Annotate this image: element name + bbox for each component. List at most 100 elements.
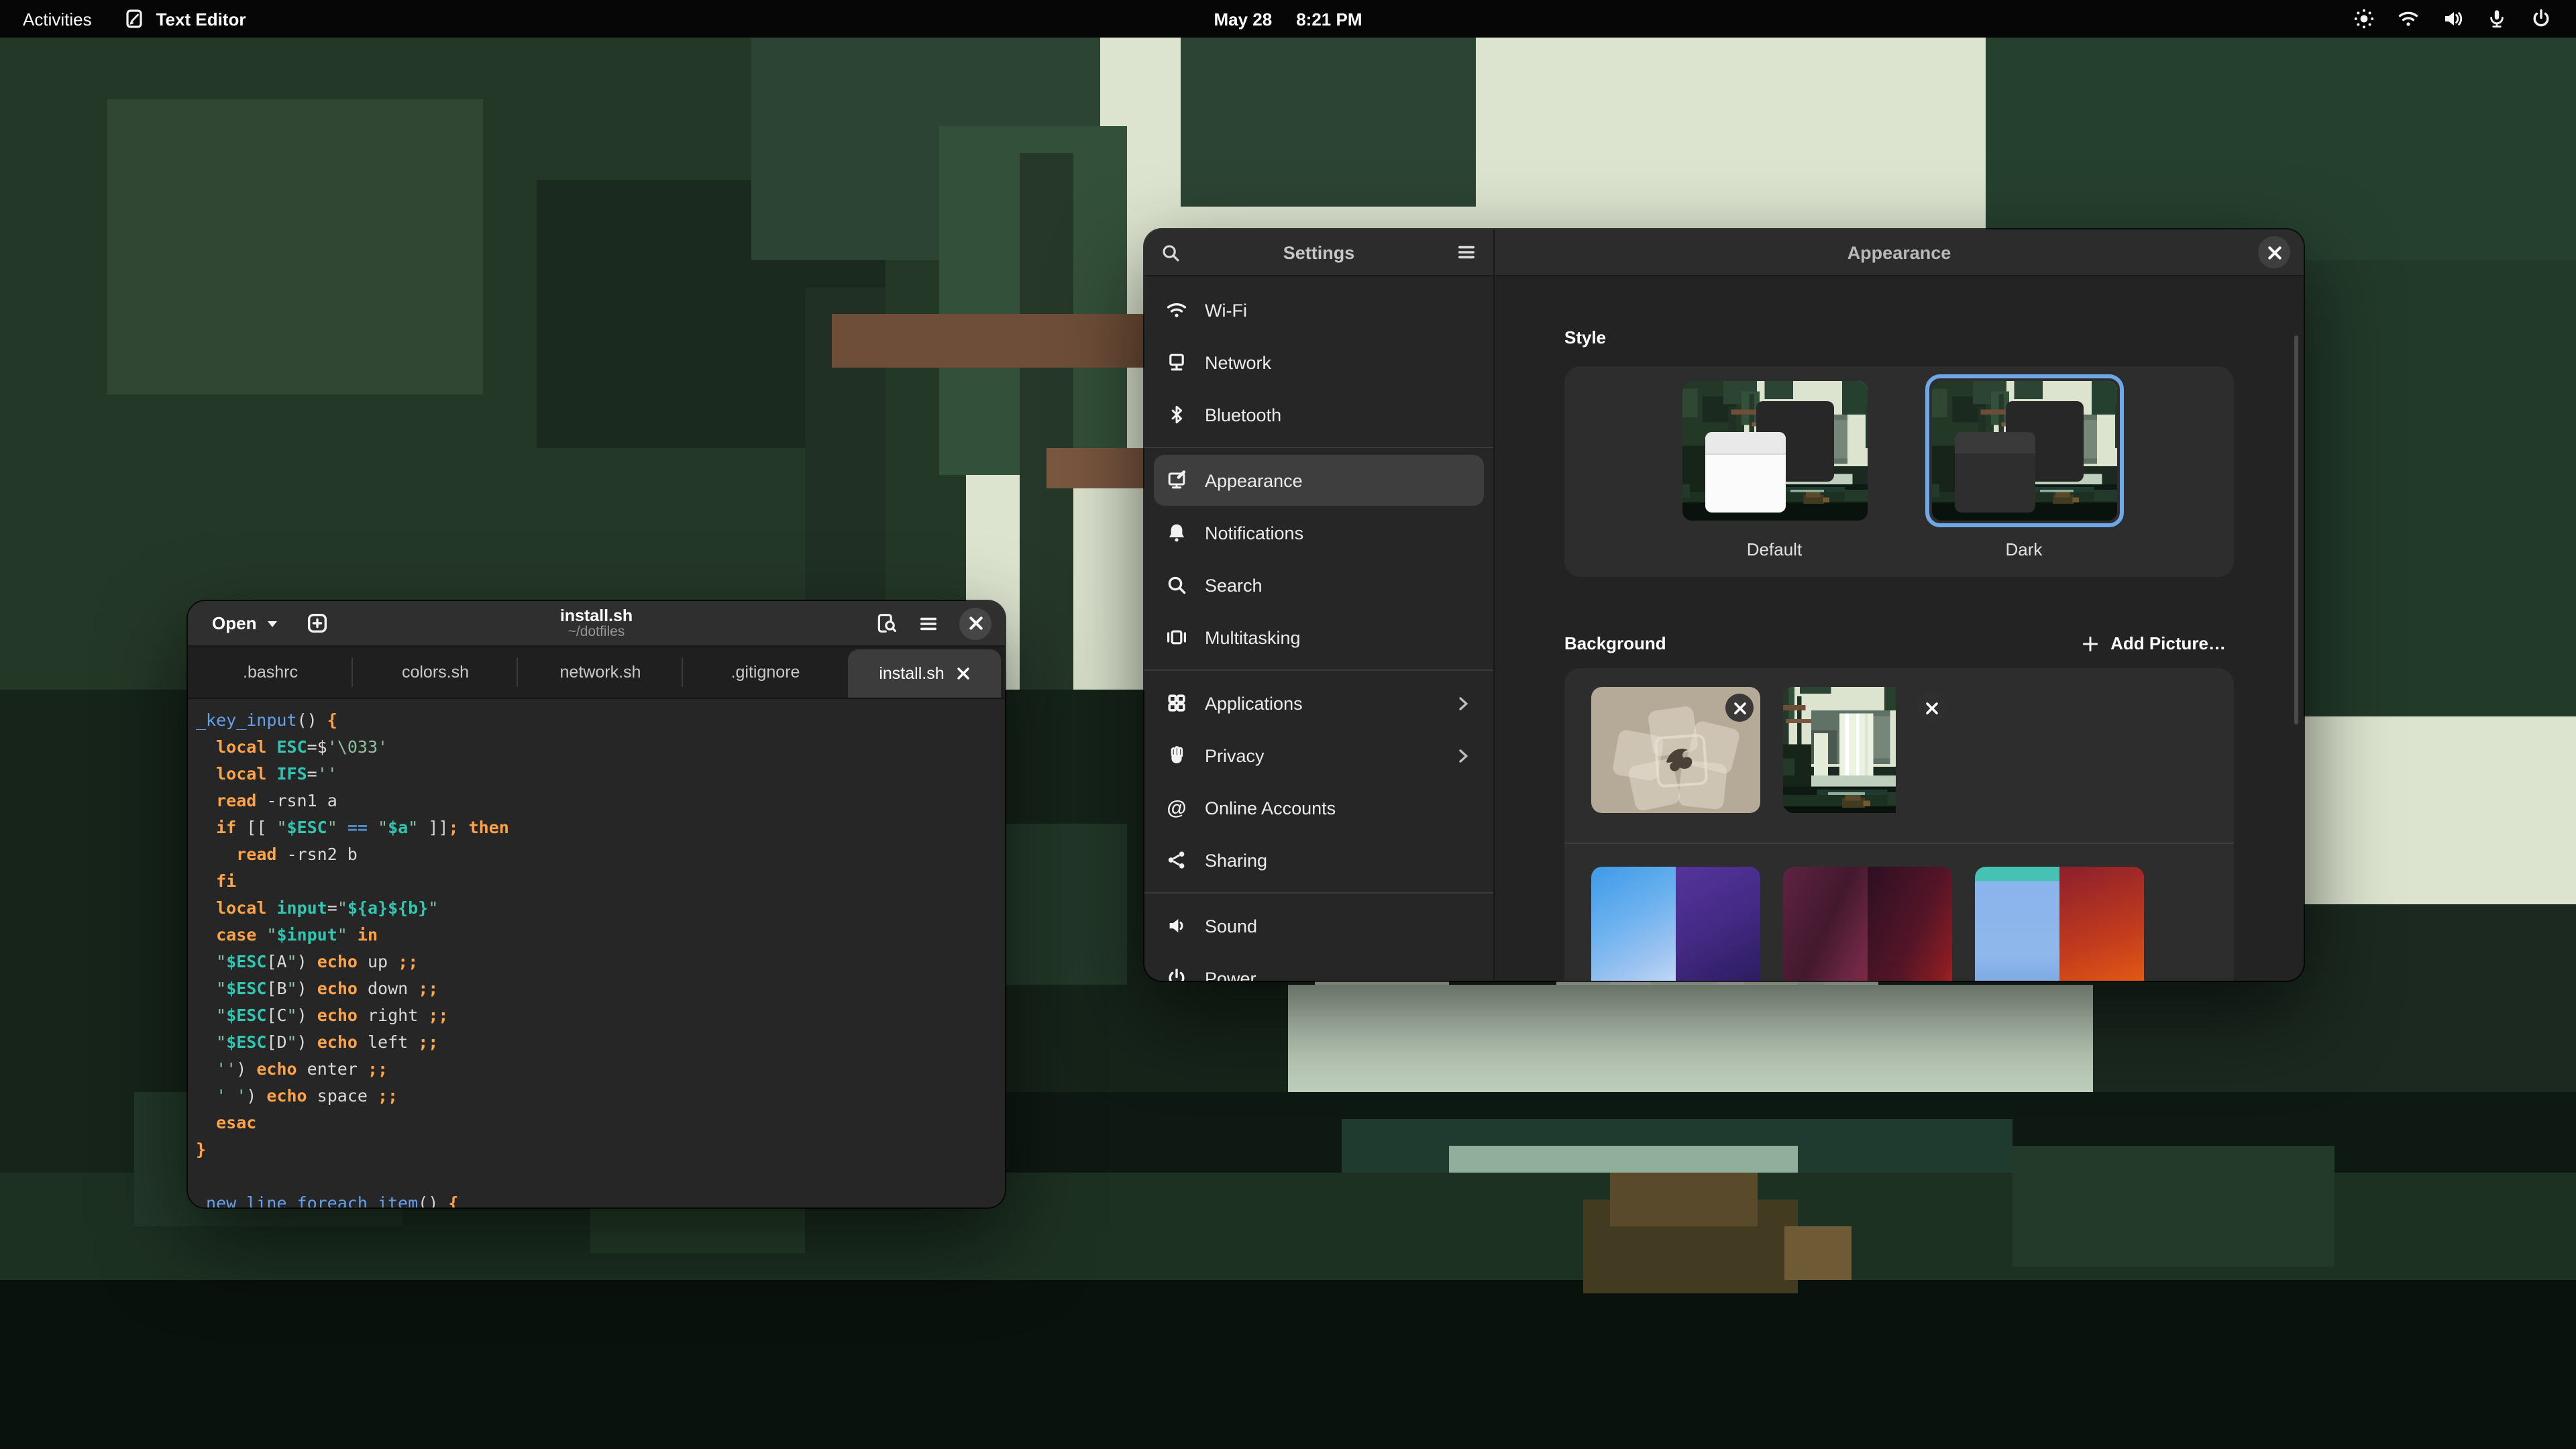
remove-background-button[interactable] <box>1917 694 1945 722</box>
tab-label: .bashrc <box>243 663 298 682</box>
tab-install-sh-active[interactable]: install.sh <box>848 649 1001 698</box>
sidebar-item-label: Wi-Fi <box>1205 300 1247 320</box>
code-area[interactable]: _key_input() { local ESC=$'\033' local I… <box>188 699 1005 1208</box>
document-name: install.sh <box>560 606 633 625</box>
sidebar-item-label: Sharing <box>1205 850 1267 870</box>
remove-background-button[interactable] <box>1725 694 1754 722</box>
system-status-area[interactable] <box>2353 8 2576 30</box>
dragon-logo <box>1656 738 1701 778</box>
top-bar: Activities Text Editor May 28 8:21 PM <box>0 0 2576 38</box>
document-search-icon[interactable] <box>875 612 898 635</box>
power-icon <box>2530 8 2552 30</box>
code-line: "$ESC[B") echo down ;; <box>196 975 1000 1002</box>
network-icon <box>1166 352 1187 373</box>
speaker-icon <box>1166 915 1187 936</box>
wifi-icon <box>2398 8 2419 30</box>
wallpaper-option-blue-purple[interactable] <box>1591 867 1760 981</box>
style-option-default[interactable]: Default <box>1675 374 1874 577</box>
tab-gitignore[interactable]: .gitignore <box>683 647 848 698</box>
style-heading: Style <box>1564 327 2234 347</box>
sidebar-item-multitasking[interactable]: Multitasking <box>1154 612 1484 663</box>
new-tab-button[interactable] <box>306 612 329 635</box>
plus-icon <box>2081 634 2100 653</box>
code-line: read -rsn2 b <box>196 841 1000 868</box>
tab-label: install.sh <box>879 664 944 683</box>
desktop: Activities Text Editor May 28 8:21 PM <box>0 0 2576 1449</box>
selected-style-frame <box>1925 374 2123 527</box>
open-document-button[interactable]: Open <box>201 609 290 637</box>
sidebar-item-network[interactable]: Network <box>1154 337 1484 388</box>
background-thumb-forest[interactable] <box>1783 687 1952 813</box>
sidebar-item-wifi[interactable]: Wi-Fi <box>1154 284 1484 335</box>
wallpaper-option-blue-orange[interactable] <box>1975 867 2144 981</box>
text-editor-app-icon <box>124 8 146 30</box>
sidebar-item-label: Sound <box>1205 916 1257 936</box>
settings-title: Settings <box>1144 242 1493 262</box>
sidebar-separator <box>1144 892 1493 894</box>
applications-grid-icon <box>1166 692 1187 714</box>
code-line: "$ESC[D") echo left ;; <box>196 1029 1000 1056</box>
preview-front-window-dark <box>1955 433 2035 513</box>
bluetooth-icon <box>1166 404 1187 425</box>
wallpaper-option-maroon[interactable] <box>1783 867 1952 981</box>
sidebar-item-power[interactable]: Power <box>1154 953 1484 981</box>
panel-headerbar: Appearance <box>1495 229 2304 276</box>
sidebar-item-bluetooth[interactable]: Bluetooth <box>1154 389 1484 440</box>
sidebar-item-label: Bluetooth <box>1205 405 1281 425</box>
sidebar-item-label: Appearance <box>1205 470 1303 490</box>
sidebar-item-search[interactable]: Search <box>1154 559 1484 610</box>
style-option-dark[interactable]: Dark <box>1925 374 2123 577</box>
sidebar-item-label: Power <box>1205 968 1256 981</box>
open-button-label: Open <box>212 613 256 633</box>
tab-bashrc[interactable]: .bashrc <box>188 647 353 698</box>
panel-scrollbar[interactable] <box>2294 335 2298 724</box>
sidebar-item-sound[interactable]: Sound <box>1154 900 1484 951</box>
hand-privacy-icon <box>1166 745 1187 766</box>
sidebar-item-sharing[interactable]: Sharing <box>1154 835 1484 885</box>
main-menu-icon[interactable] <box>918 612 939 634</box>
background-heading: Background <box>1564 633 1666 653</box>
volume-icon <box>2442 8 2463 30</box>
code-line: '') echo enter ;; <box>196 1056 1000 1083</box>
sidebar-item-online-accounts[interactable]: @ Online Accounts <box>1154 782 1484 833</box>
add-picture-label: Add Picture… <box>2110 633 2226 653</box>
code-line <box>196 1163 1000 1190</box>
microphone-icon <box>2486 8 2508 30</box>
code-line: local ESC=$'\033' <box>196 734 1000 761</box>
search-icon[interactable] <box>1161 242 1181 262</box>
activities-button[interactable]: Activities <box>23 0 92 38</box>
code-line: } <box>196 1136 1000 1163</box>
code-line: if [[ "$ESC" == "$a" ]]; then <box>196 814 1000 841</box>
tab-colors-sh[interactable]: colors.sh <box>353 647 518 698</box>
sidebar-menu-icon[interactable] <box>1456 241 1477 263</box>
appearance-icon <box>1166 470 1187 491</box>
sidebar-item-appearance[interactable]: Appearance <box>1154 455 1484 506</box>
search-icon <box>1166 574 1187 596</box>
focused-app-menu[interactable]: Text Editor <box>124 0 246 38</box>
code-line: ' ') echo space ;; <box>196 1083 1000 1110</box>
code-line: case "$input" in <box>196 922 1000 949</box>
tab-network-sh[interactable]: network.sh <box>518 647 683 698</box>
add-picture-button[interactable]: Add Picture… <box>2073 628 2234 659</box>
code-line: local input="${a}${b}" <box>196 895 1000 922</box>
background-thumb-custom[interactable] <box>1591 687 1760 813</box>
style-option-label: Default <box>1747 539 1802 559</box>
code-line: _key_input() { <box>196 707 1000 734</box>
code-line: "$ESC[C") echo right ;; <box>196 1002 1000 1029</box>
preview-front-window-light <box>1706 433 1786 513</box>
sidebar-item-applications[interactable]: Applications <box>1154 678 1484 729</box>
clock[interactable]: May 28 8:21 PM <box>0 0 2576 38</box>
style-option-label: Dark <box>2006 539 2043 559</box>
sidebar-item-notifications[interactable]: Notifications <box>1154 507 1484 558</box>
style-preview-dark <box>1931 381 2116 521</box>
style-card: Default Dark <box>1564 366 2234 577</box>
new-tab-icon <box>306 612 329 635</box>
card-divider <box>1564 843 2234 844</box>
tab-close-icon[interactable] <box>957 667 970 680</box>
clock-time: 8:21 PM <box>1296 9 1362 29</box>
window-close-button[interactable] <box>959 607 991 639</box>
activities-label: Activities <box>23 9 92 29</box>
sidebar-separator <box>1144 669 1493 671</box>
sidebar-item-privacy[interactable]: Privacy <box>1154 730 1484 781</box>
window-close-button[interactable] <box>2258 236 2290 268</box>
